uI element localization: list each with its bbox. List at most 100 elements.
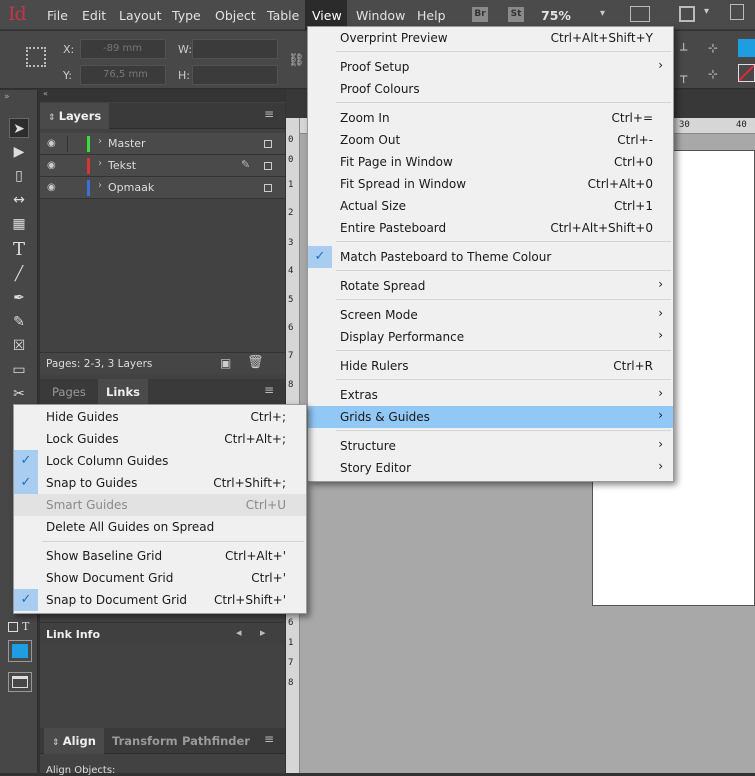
prev-link-icon[interactable]: ◂ [236,626,242,639]
tab-pages[interactable]: Pages [44,379,94,405]
line-tool-icon[interactable]: ╱ [9,264,29,284]
screen-mode-icon[interactable] [679,6,695,22]
menu-item-overprint-preview[interactable]: Overprint Preview Ctrl+Alt+Shift+Y [308,27,673,49]
type-tool-icon[interactable]: T [9,240,29,260]
layer-row[interactable]: ◉ › Master [40,133,285,155]
menu-item-screen-mode[interactable]: Screen Mode › [308,304,673,326]
menu-edit[interactable]: Edit [82,8,106,23]
pen-tool-icon[interactable]: ✒ [9,288,29,308]
menu-window[interactable]: Window [356,8,405,23]
menu-item-grids-guides[interactable]: Grids & Guides › [308,406,673,428]
panel-menu-icon[interactable]: ≡ [264,383,274,397]
zoom-level[interactable]: 75% [541,8,571,23]
rectangle-frame-tool-icon[interactable]: ☒ [9,336,29,356]
new-layer-icon[interactable]: ▣ [220,356,231,370]
menu-item-structure[interactable]: Structure › [308,435,673,457]
tab-pathfinder[interactable]: Pathfinder [174,728,258,754]
menu-item-extras[interactable]: Extras › [308,384,673,406]
stroke-swatch[interactable] [738,64,755,82]
menu-table[interactable]: Table [267,8,299,23]
y-field[interactable]: 76,5 mm [80,65,166,85]
tab-links[interactable]: Links [98,379,148,405]
arrange-documents-icon[interactable] [730,4,744,20]
scissors-tool-icon[interactable]: ✂ [9,384,29,404]
formatting-container-icon[interactable] [8,622,18,632]
menu-item-delete-all-guides[interactable]: Delete All Guides on Spread [14,516,306,538]
menu-item-zoom-out[interactable]: Zoom Out Ctrl+- [308,129,673,151]
menu-item-smart-guides[interactable]: Smart Guides Ctrl+U [14,494,306,516]
menu-item-actual-size[interactable]: Actual Size Ctrl+1 [308,195,673,217]
visibility-eye-icon[interactable]: ◉ [47,182,59,194]
visibility-eye-icon[interactable]: ◉ [47,160,59,172]
layer-row[interactable]: ◉ › Tekst ✎ [40,155,285,177]
menu-item-proof-colours[interactable]: Proof Colours [308,78,673,100]
fill-swatch[interactable] [738,39,755,57]
distribute-icon[interactable]: ┴ [680,43,687,57]
menu-file[interactable]: File [47,8,68,23]
trash-icon[interactable]: 🗑 [247,355,264,370]
layer-select-square-icon[interactable] [264,162,272,170]
direct-selection-tool-icon[interactable]: ▶ [9,142,29,162]
menu-item-hide-rulers[interactable]: Hide Rulers Ctrl+R [308,355,673,377]
fill-color-icon[interactable] [8,640,32,662]
view-mode-icon[interactable] [8,672,32,692]
menu-item-snap-to-document-grid[interactable]: ✓ Snap to Document Grid Ctrl+Shift+' [14,589,306,611]
h-field[interactable] [192,65,278,85]
panel-menu-icon[interactable]: ≡ [264,732,274,746]
menu-item-show-baseline-grid[interactable]: Show Baseline Grid Ctrl+Alt+' [14,545,306,567]
visibility-eye-icon[interactable]: ◉ [47,138,59,150]
menu-layout[interactable]: Layout [119,8,162,23]
expand-chevron-icon[interactable]: › [98,180,102,191]
w-field[interactable] [192,39,278,59]
menu-item-lock-guides[interactable]: Lock Guides Ctrl+Alt+; [14,428,306,450]
stock-button[interactable]: St [508,7,524,22]
menu-item-lock-column-guides[interactable]: ✓ Lock Column Guides [14,450,306,472]
layer-select-square-icon[interactable] [264,184,272,192]
collapse-panels-icon[interactable]: « [43,89,48,98]
menu-type[interactable]: Type [172,8,201,23]
selection-tool-icon[interactable]: ➤ [9,118,29,138]
panel-menu-icon[interactable]: ≡ [264,107,274,121]
formatting-text-icon[interactable]: T [22,620,29,633]
menu-item-display-performance[interactable]: Display Performance › [308,326,673,348]
layer-select-square-icon[interactable] [264,140,272,148]
collapse-toolbar-icon[interactable]: » [4,92,10,102]
align-vertical-icon[interactable]: ⊹ [708,67,718,81]
menu-item-zoom-in[interactable]: Zoom In Ctrl+= [308,107,673,129]
menu-item-rotate-spread[interactable]: Rotate Spread › [308,275,673,297]
next-link-icon[interactable]: ▸ [260,626,266,639]
x-field[interactable]: -89 mm [80,39,166,59]
menu-item-entire-pasteboard[interactable]: Entire Pasteboard Ctrl+Alt+Shift+0 [308,217,673,239]
screen-mode-dropdown-icon[interactable]: ▾ [704,6,709,17]
layer-row[interactable]: ◉ › Opmaak [40,177,285,199]
zoom-dropdown-icon[interactable]: ▾ [600,8,605,19]
menu-item-fit-page[interactable]: Fit Page in Window Ctrl+0 [308,151,673,173]
layer-name: Master [108,137,146,150]
pencil-tool-icon[interactable]: ✎ [9,312,29,332]
page-tool-icon[interactable]: ▯ [9,166,29,186]
tab-align[interactable]: ⇕ Align [44,728,104,754]
menu-item-snap-to-guides[interactable]: ✓ Snap to Guides Ctrl+Shift+; [14,472,306,494]
menu-item-story-editor[interactable]: Story Editor › [308,457,673,479]
reference-point-icon[interactable] [26,47,46,67]
menu-item-hide-guides[interactable]: Hide Guides Ctrl+; [14,406,306,428]
menu-help[interactable]: Help [417,8,446,23]
menu-item-fit-spread[interactable]: Fit Spread in Window Ctrl+Alt+0 [308,173,673,195]
view-options-icon[interactable] [630,6,650,22]
tab-layers[interactable]: ⇕ Layers [40,103,110,129]
menu-item-proof-setup[interactable]: Proof Setup › [308,56,673,78]
ruler-origin[interactable] [286,90,300,118]
align-icon[interactable]: ⊹ [708,41,718,55]
gap-tool-icon[interactable]: ↔ [9,190,29,210]
rectangle-tool-icon[interactable]: ▭ [9,360,29,380]
constrain-proportions-icon[interactable]: ⛓ [288,53,305,68]
menu-item-show-document-grid[interactable]: Show Document Grid Ctrl+' [14,567,306,589]
bridge-button[interactable]: Br [472,7,488,22]
content-collector-icon[interactable]: ▦ [9,214,29,234]
menu-item-match-pasteboard[interactable]: ✓ Match Pasteboard to Theme Colour [308,246,673,268]
distribute-vertical-icon[interactable]: ┬ [680,69,687,83]
menu-object[interactable]: Object [215,8,256,23]
submenu-arrow-icon: › [658,328,663,342]
expand-chevron-icon[interactable]: › [98,136,102,147]
expand-chevron-icon[interactable]: › [98,158,102,169]
